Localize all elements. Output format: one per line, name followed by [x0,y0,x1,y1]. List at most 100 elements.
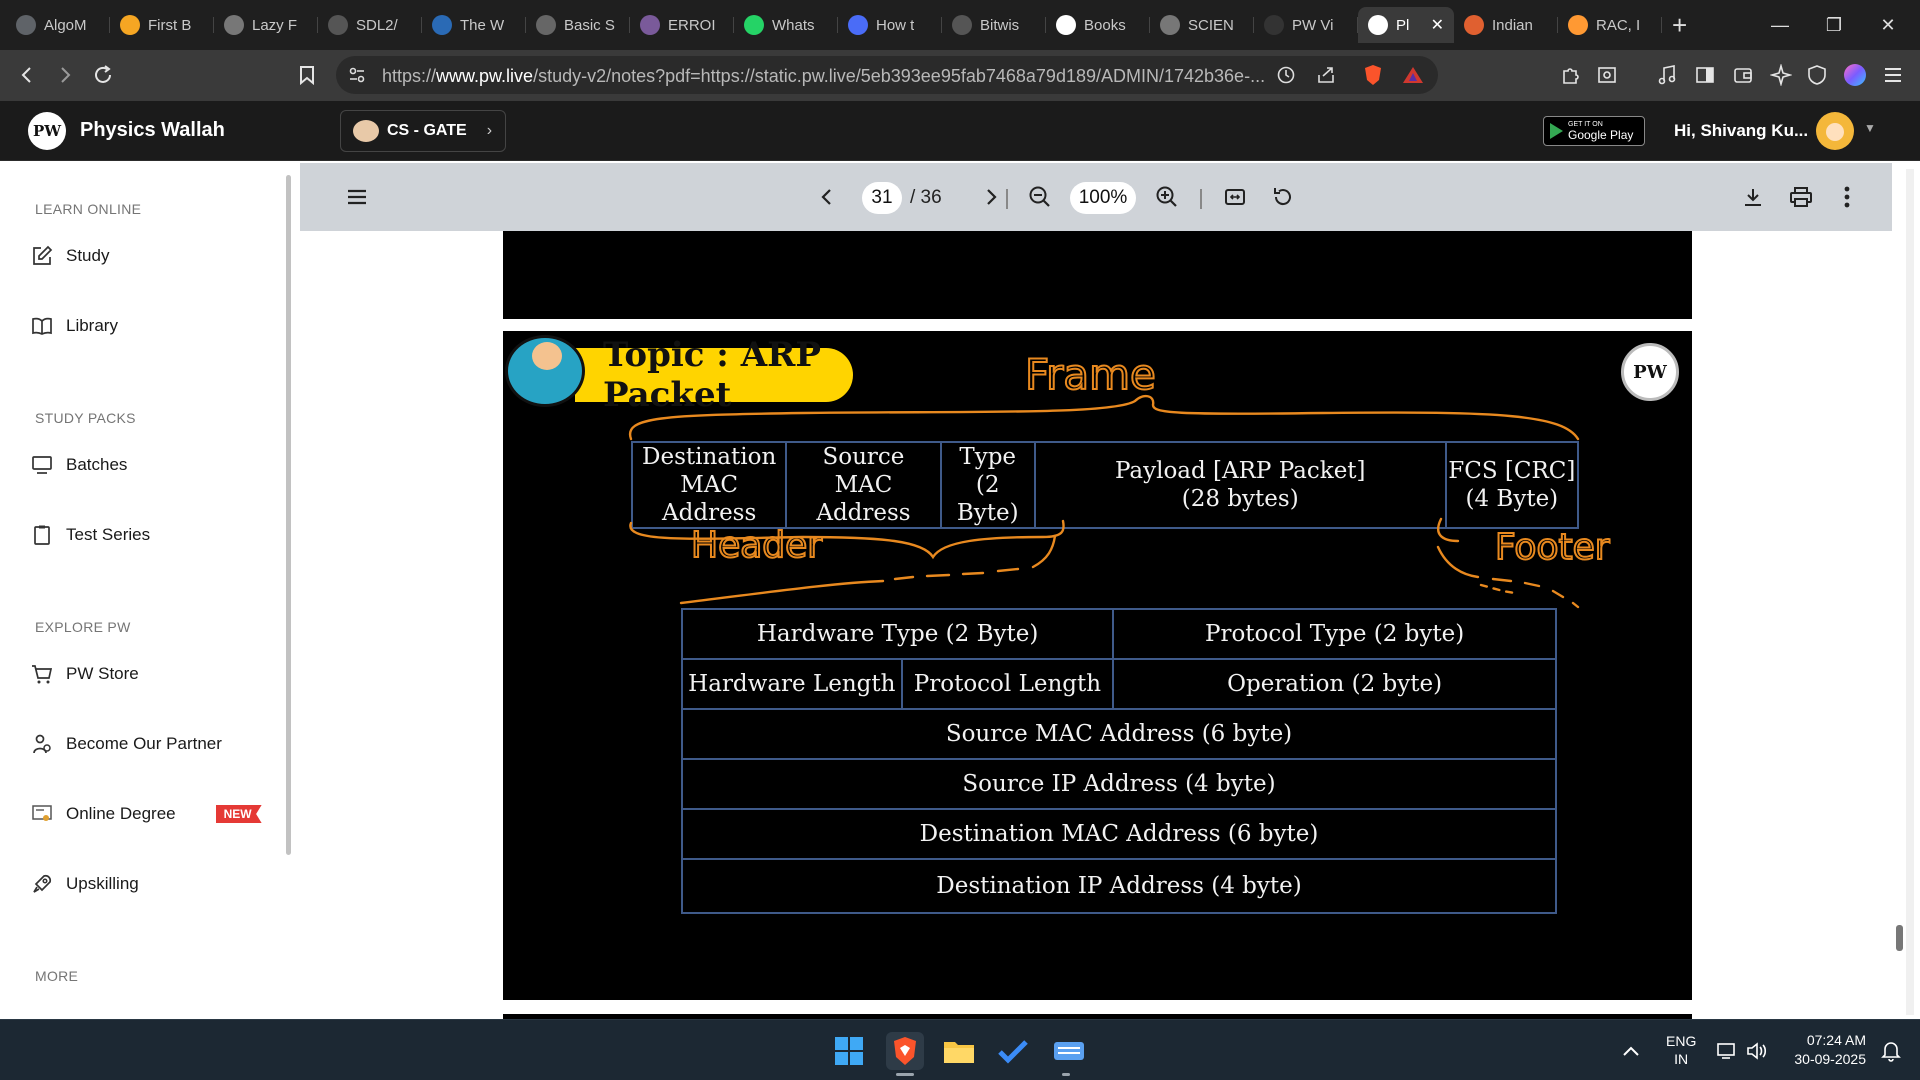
arp-protocol-type: Protocol Type (2 byte) [1112,608,1557,660]
tab-title: The W [460,16,505,34]
browser-tab[interactable]: ERROI [630,7,734,43]
browser-tab[interactable]: Indian [1454,7,1558,43]
back-icon[interactable] [10,58,44,92]
arp-source-mac: Source MAC Address (6 byte) [681,708,1557,760]
restore-icon[interactable]: ❐ [1806,0,1862,50]
print-icon[interactable] [1784,180,1818,214]
course-selector[interactable]: CS - GATE › [340,110,506,152]
share-icon[interactable] [1316,65,1336,90]
hamburger-menu-icon[interactable] [340,180,374,214]
more-options-icon[interactable] [1830,180,1864,214]
browser-tab[interactable]: SCIEN [1150,7,1254,43]
media-icon[interactable] [1650,58,1684,92]
browser-tab[interactable]: RAC, I [1558,7,1662,43]
todo-icon[interactable] [994,1032,1032,1070]
rotate-icon[interactable] [1266,180,1300,214]
leo-ai-icon[interactable] [1764,58,1798,92]
sidebar-item-upskilling[interactable]: Upskilling [30,869,139,899]
pdf-scrollbar-track[interactable] [1906,169,1914,1015]
vpn-icon[interactable] [1800,58,1834,92]
bookmark-icon[interactable] [290,58,324,92]
avatar[interactable] [1816,112,1854,150]
sidebar-item-become-our-partner[interactable]: Become Our Partner [30,729,222,759]
user-greeting[interactable]: Hi, Shivang Ku... [1674,121,1808,141]
sidebar-item-batches[interactable]: Batches [30,450,127,480]
sidebar-item-test-series[interactable]: Test Series [30,520,150,550]
zoom-level[interactable]: 100% [1070,182,1136,214]
menu-icon[interactable] [1876,58,1910,92]
site-settings-icon[interactable] [348,66,366,89]
browser-tab[interactable]: Basic S [526,7,630,43]
chevron-down-icon[interactable]: ▼ [1864,121,1876,135]
sidebar-item-label: Library [66,316,118,335]
taskbar: ENG IN 07:24 AM 30-09-2025 [0,1019,1920,1080]
forward-icon[interactable] [48,58,82,92]
file-explorer-icon[interactable] [940,1032,978,1070]
keyboard-app-icon[interactable] [1050,1032,1088,1070]
browser-tab[interactable]: Bitwis [942,7,1046,43]
new-badge: NEW [215,805,262,823]
close-tab-icon[interactable]: ✕ [1431,15,1444,35]
url-text[interactable]: https://www.pw.live/study-v2/notes?pdf=h… [382,66,1265,87]
fit-width-icon[interactable] [1218,180,1252,214]
extensions-icon[interactable] [1554,58,1588,92]
reader-mode-icon[interactable] [1590,58,1624,92]
browser-tab[interactable]: PW Vi [1254,7,1358,43]
brave-rewards-icon[interactable] [1402,65,1424,90]
language-indicator[interactable]: ENG IN [1666,1032,1696,1068]
frame-field-src-mac-1: Source [822,444,905,470]
tab-title: SCIEN [1188,16,1234,34]
sidebar-toggle-icon[interactable] [1688,58,1722,92]
browser-tab[interactable]: First B [110,7,214,43]
chevron-up-icon[interactable] [1612,1032,1650,1070]
browser-tab[interactable]: Books [1046,7,1150,43]
browser-tab[interactable]: AlgoM [6,7,110,43]
course-label: CS - GATE [387,122,467,139]
wallet-icon[interactable] [1726,58,1760,92]
minimize-icon[interactable]: — [1752,0,1808,50]
toolbar-divider [1006,189,1008,209]
pdf-viewer: 31 / 36 100% Topic : ARP Packet PW Desti… [298,161,1920,1024]
pdf-scrollbar-thumb[interactable] [1896,925,1903,951]
browser-tab[interactable]: Lazy F [214,7,318,43]
google-play-badge[interactable]: GET IT ON Google Play [1543,116,1645,146]
browser-tab[interactable]: Pl ✕ [1358,7,1454,43]
new-tab-icon[interactable]: + [1672,10,1687,41]
clock[interactable]: 07:24 AM 30-09-2025 [1786,1031,1866,1069]
page-number-input[interactable]: 31 [862,182,902,214]
sidebar-section-label: LEARN ONLINE [35,201,142,217]
browser-tab[interactable]: Whats [734,7,838,43]
windows-start-icon[interactable] [830,1032,868,1070]
chat-icon [1464,15,1484,35]
reload-icon[interactable] [86,58,120,92]
zoom-out-icon[interactable] [1023,180,1057,214]
brave-shields-icon[interactable] [1362,64,1384,91]
sidebar-item-pw-store[interactable]: PW Store [30,659,139,689]
notification-bell-icon[interactable] [1872,1032,1910,1070]
browser-tab[interactable]: How t [838,7,942,43]
browser-tab[interactable]: The W [422,7,526,43]
sidebar-scrollbar[interactable] [286,175,291,855]
prev-page-icon[interactable] [810,180,844,214]
sidebar-section-label: EXPLORE PW [35,619,131,635]
profile-icon[interactable] [1838,58,1872,92]
brand-name[interactable]: Physics Wallah [80,119,225,142]
tab-title: How t [876,16,915,34]
book-icon [30,314,54,338]
volume-icon[interactable] [1738,1032,1776,1070]
close-window-icon[interactable]: ✕ [1860,0,1916,50]
brave-browser-icon[interactable] [886,1032,924,1070]
next-page-icon[interactable] [974,180,1008,214]
sidebar-item-study[interactable]: Study [30,241,109,271]
browser-tab[interactable]: SDL2/ [318,7,422,43]
address-bar[interactable]: https://www.pw.live/study-v2/notes?pdf=h… [336,56,1438,94]
pw-logo[interactable]: PW [28,112,66,150]
zoom-in-icon[interactable] [1150,180,1184,214]
tab-title: RAC, I [1596,16,1641,34]
sidebar-item-online-degree[interactable]: Online Degree NEW [30,799,262,829]
tab-title: Basic S [564,16,615,34]
sidebar-item-library[interactable]: Library [30,311,118,341]
pw-icon [1368,15,1388,35]
history-icon[interactable] [1276,65,1296,90]
download-icon[interactable] [1736,180,1770,214]
